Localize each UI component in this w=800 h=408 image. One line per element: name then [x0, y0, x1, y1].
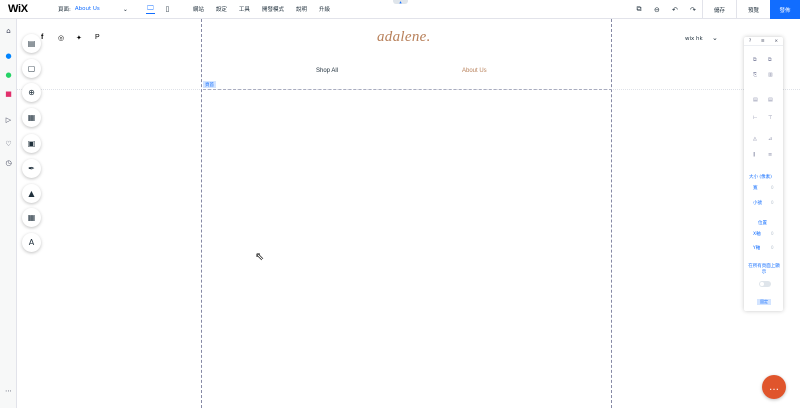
nav-about-us[interactable]: About Us: [462, 68, 487, 74]
messenger-icon[interactable]: ●: [3, 50, 14, 61]
blog-icon[interactable]: ✒: [22, 159, 41, 178]
home-icon[interactable]: ⌂: [3, 25, 14, 36]
save-button[interactable]: 儲存: [703, 0, 736, 19]
zoom-icon[interactable]: ⊖: [648, 0, 666, 19]
copy-icon[interactable]: ⧉: [753, 57, 757, 63]
right-grid-line: [611, 19, 612, 408]
triangle-icon[interactable]: ◬: [753, 136, 757, 142]
match-size-icon[interactable]: ⊿: [768, 136, 772, 142]
language-selector[interactable]: wix hk: [685, 36, 703, 42]
distribute-v-icon[interactable]: ≡: [768, 152, 772, 158]
menu-settings[interactable]: 設定: [216, 5, 227, 13]
x-label: X軸: [753, 232, 761, 237]
chevron-down-icon[interactable]: ⌄: [712, 34, 718, 42]
clock-icon[interactable]: ◷: [3, 157, 14, 168]
paste-icon[interactable]: ⧉: [768, 57, 772, 63]
twitter-icon[interactable]: ✦: [76, 34, 82, 42]
pin-button[interactable]: 固定: [757, 299, 771, 305]
editor-canvas[interactable]: 頁首 f ◎ ✦ P adalene. Shop All About Us wi…: [17, 19, 800, 408]
y-label: Y軸: [753, 246, 761, 251]
undo-icon[interactable]: ↶: [666, 0, 684, 19]
site-logo-text[interactable]: adalene.: [377, 29, 431, 46]
menu-upgrade[interactable]: 升級: [319, 5, 330, 13]
mobile-icon[interactable]: ▯: [163, 5, 172, 14]
y-field[interactable]: 0: [771, 245, 774, 250]
size-label: 大小 (像素): [749, 175, 772, 180]
align-vertical-icon[interactable]: ⊤: [768, 115, 772, 121]
redo-icon[interactable]: ↷: [684, 0, 702, 19]
heart-icon[interactable]: ♡: [3, 138, 14, 149]
x-field[interactable]: 0: [771, 231, 774, 236]
width-field[interactable]: 0: [771, 185, 774, 190]
chat-button[interactable]: …: [762, 375, 786, 399]
position-label: 位置: [758, 221, 767, 226]
menu-tools[interactable]: 工具: [239, 5, 250, 13]
preview-button[interactable]: 預覽: [737, 0, 770, 19]
menu-site[interactable]: 網站: [193, 5, 204, 13]
whatsapp-icon[interactable]: ●: [3, 69, 14, 80]
collapse-handle[interactable]: ▲: [393, 0, 408, 4]
close-icon[interactable]: ×: [774, 39, 778, 44]
store-icon[interactable]: ▲: [22, 184, 41, 203]
header-section-tag[interactable]: 頁首: [203, 81, 216, 88]
drag-handle-icon[interactable]: ≡: [761, 39, 765, 44]
height-field[interactable]: 0: [771, 200, 774, 205]
width-label: 寬: [753, 186, 758, 191]
menu-help[interactable]: 說明: [296, 5, 307, 13]
inspector-panel: ? ≡ × ⧉ ⧉ ⎘ ▥ ▤ ▤ ⊢ ⊤ ◬ ⊿ ⫼ ≡ 大小 (像素) 寬 …: [744, 37, 783, 311]
facebook-icon[interactable]: f: [41, 34, 43, 41]
nav-shop-all[interactable]: Shop All: [316, 68, 338, 74]
height-label: 小號: [753, 201, 762, 206]
table-icon[interactable]: ▦: [22, 208, 41, 227]
header-bottom-guide: [203, 89, 612, 90]
add-icon[interactable]: ⊕: [22, 83, 41, 102]
bring-forward-icon[interactable]: ▤: [753, 97, 758, 103]
device-switcher: 🖵 ▯: [145, 4, 172, 14]
chat-icon: …: [769, 381, 779, 393]
media-icon[interactable]: ▣: [22, 134, 41, 153]
send-backward-icon[interactable]: ▤: [768, 97, 773, 103]
mouse-cursor-icon: ⇖: [255, 250, 265, 263]
wix-logo[interactable]: WiX: [0, 3, 44, 15]
show-all-pages-label: 在所有頁面上顯示: [748, 264, 780, 275]
publish-button[interactable]: 發佈: [770, 0, 800, 19]
distribute-h-icon[interactable]: ⫼: [753, 152, 755, 158]
show-all-pages-toggle[interactable]: [759, 281, 771, 287]
instagram-social-icon[interactable]: ◎: [58, 34, 64, 42]
align-horizontal-icon[interactable]: ⊢: [753, 115, 757, 121]
instagram-icon[interactable]: ■: [3, 88, 14, 99]
send-icon[interactable]: ▷: [3, 114, 14, 125]
top-bar-actions: ⧉ ⊖ ↶ ↷ 儲存 預覽 發佈: [630, 0, 800, 19]
layers-icon[interactable]: ⧉: [630, 0, 648, 19]
left-rail: ⌂ ● ● ■ ▷ ♡ ◷ ⋯: [0, 19, 17, 408]
help-icon[interactable]: ?: [749, 39, 751, 44]
pinterest-icon[interactable]: P: [95, 34, 100, 41]
page-label: 頁面:: [58, 7, 71, 13]
menu-dev-mode[interactable]: 開發模式: [262, 5, 284, 13]
panel-header: ? ≡ ×: [744, 37, 783, 46]
page-selector[interactable]: About Us: [75, 6, 115, 12]
desktop-icon[interactable]: 🖵: [145, 4, 155, 14]
app-market-icon[interactable]: ▦: [22, 108, 41, 127]
background-icon[interactable]: ▢: [22, 59, 41, 78]
delete-icon[interactable]: ▥: [768, 72, 773, 78]
main-menu: 網站 設定 工具 開發模式 說明 升級: [193, 5, 330, 13]
chevron-down-icon[interactable]: ⌄: [123, 6, 128, 13]
fonts-icon[interactable]: A: [22, 233, 41, 252]
more-icon[interactable]: ⋯: [3, 385, 14, 396]
left-grid-line: [201, 19, 202, 408]
duplicate-icon[interactable]: ⎘: [753, 72, 757, 78]
pages-icon[interactable]: ▤: [22, 34, 41, 53]
wix-editor: WiX 頁面: About Us ⌄ 🖵 ▯ 網站 設定 工具 開發模式 說明 …: [0, 0, 800, 408]
